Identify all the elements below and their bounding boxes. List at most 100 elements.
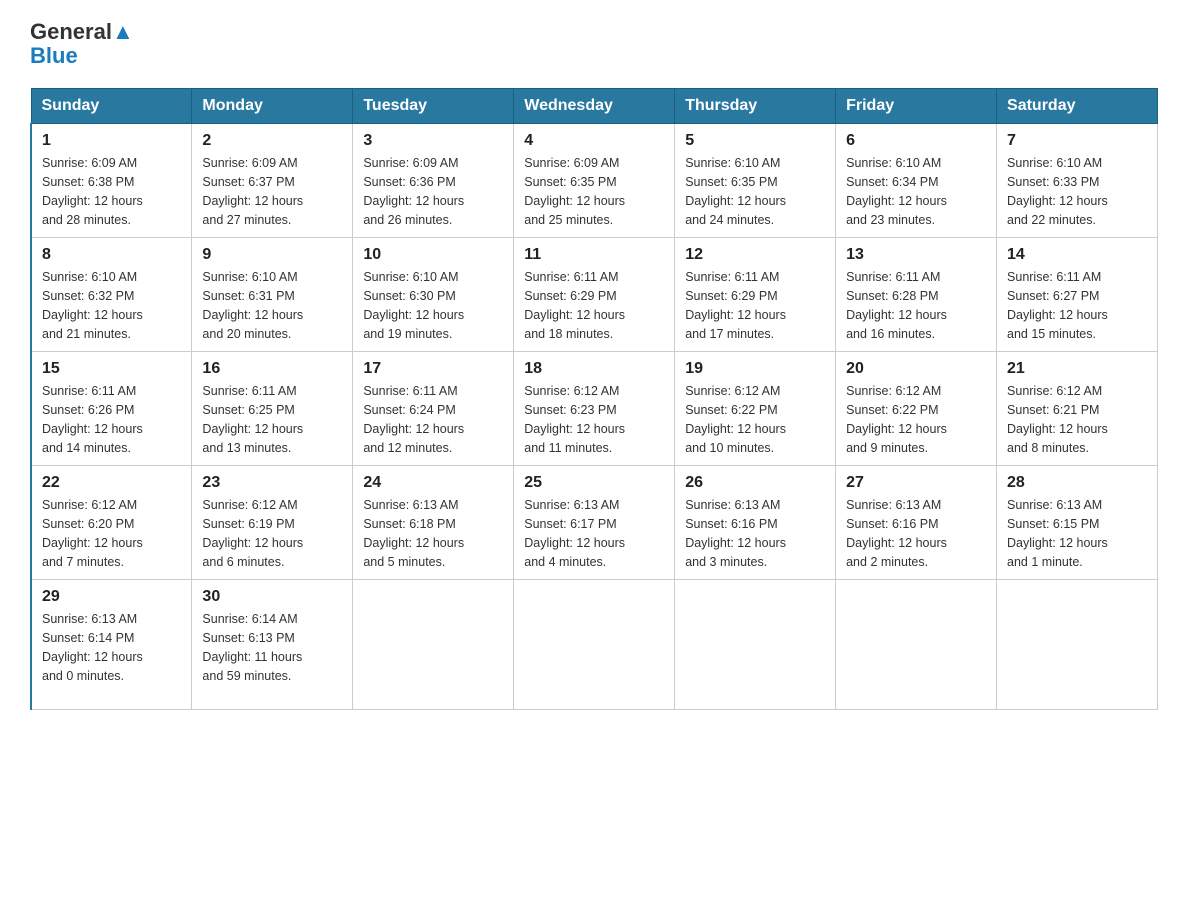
day-number: 19 xyxy=(685,360,825,378)
day-number: 11 xyxy=(524,246,664,264)
table-row xyxy=(353,580,514,710)
day-number: 1 xyxy=(42,132,181,150)
week-row-2: 8 Sunrise: 6:10 AMSunset: 6:32 PMDayligh… xyxy=(31,238,1158,352)
col-tuesday: Tuesday xyxy=(353,89,514,124)
day-info: Sunrise: 6:10 AMSunset: 6:33 PMDaylight:… xyxy=(1007,154,1147,229)
day-info: Sunrise: 6:09 AMSunset: 6:36 PMDaylight:… xyxy=(363,154,503,229)
day-number: 29 xyxy=(42,588,181,606)
day-number: 15 xyxy=(42,360,181,378)
col-saturday: Saturday xyxy=(997,89,1158,124)
day-number: 4 xyxy=(524,132,664,150)
col-monday: Monday xyxy=(192,89,353,124)
table-row: 27 Sunrise: 6:13 AMSunset: 6:16 PMDaylig… xyxy=(836,466,997,580)
day-number: 8 xyxy=(42,246,181,264)
day-number: 21 xyxy=(1007,360,1147,378)
day-info: Sunrise: 6:12 AMSunset: 6:21 PMDaylight:… xyxy=(1007,382,1147,457)
table-row: 23 Sunrise: 6:12 AMSunset: 6:19 PMDaylig… xyxy=(192,466,353,580)
day-number: 14 xyxy=(1007,246,1147,264)
logo-text: General▲Blue xyxy=(30,20,134,68)
day-number: 13 xyxy=(846,246,986,264)
table-row xyxy=(836,580,997,710)
day-info: Sunrise: 6:11 AMSunset: 6:27 PMDaylight:… xyxy=(1007,268,1147,343)
table-row: 25 Sunrise: 6:13 AMSunset: 6:17 PMDaylig… xyxy=(514,466,675,580)
day-number: 9 xyxy=(202,246,342,264)
table-row: 18 Sunrise: 6:12 AMSunset: 6:23 PMDaylig… xyxy=(514,352,675,466)
day-info: Sunrise: 6:10 AMSunset: 6:35 PMDaylight:… xyxy=(685,154,825,229)
day-info: Sunrise: 6:11 AMSunset: 6:25 PMDaylight:… xyxy=(202,382,342,457)
table-row: 29 Sunrise: 6:13 AMSunset: 6:14 PMDaylig… xyxy=(31,580,192,710)
day-number: 27 xyxy=(846,474,986,492)
table-row: 1 Sunrise: 6:09 AMSunset: 6:38 PMDayligh… xyxy=(31,124,192,238)
week-row-4: 22 Sunrise: 6:12 AMSunset: 6:20 PMDaylig… xyxy=(31,466,1158,580)
table-row: 11 Sunrise: 6:11 AMSunset: 6:29 PMDaylig… xyxy=(514,238,675,352)
day-info: Sunrise: 6:11 AMSunset: 6:26 PMDaylight:… xyxy=(42,382,181,457)
day-info: Sunrise: 6:09 AMSunset: 6:35 PMDaylight:… xyxy=(524,154,664,229)
week-row-1: 1 Sunrise: 6:09 AMSunset: 6:38 PMDayligh… xyxy=(31,124,1158,238)
table-row: 22 Sunrise: 6:12 AMSunset: 6:20 PMDaylig… xyxy=(31,466,192,580)
table-row: 3 Sunrise: 6:09 AMSunset: 6:36 PMDayligh… xyxy=(353,124,514,238)
day-info: Sunrise: 6:12 AMSunset: 6:22 PMDaylight:… xyxy=(685,382,825,457)
day-number: 12 xyxy=(685,246,825,264)
table-row: 10 Sunrise: 6:10 AMSunset: 6:30 PMDaylig… xyxy=(353,238,514,352)
week-row-3: 15 Sunrise: 6:11 AMSunset: 6:26 PMDaylig… xyxy=(31,352,1158,466)
table-row: 12 Sunrise: 6:11 AMSunset: 6:29 PMDaylig… xyxy=(675,238,836,352)
day-info: Sunrise: 6:10 AMSunset: 6:31 PMDaylight:… xyxy=(202,268,342,343)
table-row xyxy=(514,580,675,710)
week-row-5: 29 Sunrise: 6:13 AMSunset: 6:14 PMDaylig… xyxy=(31,580,1158,710)
table-row: 14 Sunrise: 6:11 AMSunset: 6:27 PMDaylig… xyxy=(997,238,1158,352)
table-row: 20 Sunrise: 6:12 AMSunset: 6:22 PMDaylig… xyxy=(836,352,997,466)
day-info: Sunrise: 6:10 AMSunset: 6:32 PMDaylight:… xyxy=(42,268,181,343)
table-row: 5 Sunrise: 6:10 AMSunset: 6:35 PMDayligh… xyxy=(675,124,836,238)
day-info: Sunrise: 6:09 AMSunset: 6:38 PMDaylight:… xyxy=(42,154,181,229)
col-thursday: Thursday xyxy=(675,89,836,124)
table-row: 16 Sunrise: 6:11 AMSunset: 6:25 PMDaylig… xyxy=(192,352,353,466)
day-info: Sunrise: 6:12 AMSunset: 6:19 PMDaylight:… xyxy=(202,496,342,571)
day-info: Sunrise: 6:11 AMSunset: 6:29 PMDaylight:… xyxy=(524,268,664,343)
day-number: 2 xyxy=(202,132,342,150)
day-info: Sunrise: 6:12 AMSunset: 6:22 PMDaylight:… xyxy=(846,382,986,457)
table-row: 24 Sunrise: 6:13 AMSunset: 6:18 PMDaylig… xyxy=(353,466,514,580)
page-header: General▲Blue xyxy=(30,20,1158,68)
day-info: Sunrise: 6:12 AMSunset: 6:20 PMDaylight:… xyxy=(42,496,181,571)
day-number: 7 xyxy=(1007,132,1147,150)
table-row xyxy=(675,580,836,710)
table-row: 6 Sunrise: 6:10 AMSunset: 6:34 PMDayligh… xyxy=(836,124,997,238)
table-row: 9 Sunrise: 6:10 AMSunset: 6:31 PMDayligh… xyxy=(192,238,353,352)
table-row: 30 Sunrise: 6:14 AMSunset: 6:13 PMDaylig… xyxy=(192,580,353,710)
table-row: 15 Sunrise: 6:11 AMSunset: 6:26 PMDaylig… xyxy=(31,352,192,466)
day-info: Sunrise: 6:13 AMSunset: 6:17 PMDaylight:… xyxy=(524,496,664,571)
day-info: Sunrise: 6:13 AMSunset: 6:16 PMDaylight:… xyxy=(685,496,825,571)
day-info: Sunrise: 6:10 AMSunset: 6:34 PMDaylight:… xyxy=(846,154,986,229)
table-row: 13 Sunrise: 6:11 AMSunset: 6:28 PMDaylig… xyxy=(836,238,997,352)
col-wednesday: Wednesday xyxy=(514,89,675,124)
day-number: 6 xyxy=(846,132,986,150)
day-info: Sunrise: 6:12 AMSunset: 6:23 PMDaylight:… xyxy=(524,382,664,457)
day-info: Sunrise: 6:11 AMSunset: 6:24 PMDaylight:… xyxy=(363,382,503,457)
day-number: 18 xyxy=(524,360,664,378)
header-row: Sunday Monday Tuesday Wednesday Thursday… xyxy=(31,89,1158,124)
table-row: 26 Sunrise: 6:13 AMSunset: 6:16 PMDaylig… xyxy=(675,466,836,580)
day-number: 3 xyxy=(363,132,503,150)
day-info: Sunrise: 6:14 AMSunset: 6:13 PMDaylight:… xyxy=(202,610,342,685)
table-row: 17 Sunrise: 6:11 AMSunset: 6:24 PMDaylig… xyxy=(353,352,514,466)
logo-blue-text: ▲ xyxy=(112,19,134,44)
day-number: 17 xyxy=(363,360,503,378)
day-number: 10 xyxy=(363,246,503,264)
day-number: 16 xyxy=(202,360,342,378)
day-info: Sunrise: 6:11 AMSunset: 6:29 PMDaylight:… xyxy=(685,268,825,343)
day-number: 22 xyxy=(42,474,181,492)
day-info: Sunrise: 6:13 AMSunset: 6:15 PMDaylight:… xyxy=(1007,496,1147,571)
day-info: Sunrise: 6:13 AMSunset: 6:14 PMDaylight:… xyxy=(42,610,181,685)
table-row: 8 Sunrise: 6:10 AMSunset: 6:32 PMDayligh… xyxy=(31,238,192,352)
table-row: 7 Sunrise: 6:10 AMSunset: 6:33 PMDayligh… xyxy=(997,124,1158,238)
day-number: 26 xyxy=(685,474,825,492)
table-row: 2 Sunrise: 6:09 AMSunset: 6:37 PMDayligh… xyxy=(192,124,353,238)
day-info: Sunrise: 6:10 AMSunset: 6:30 PMDaylight:… xyxy=(363,268,503,343)
logo-blue-word: Blue xyxy=(30,43,78,68)
day-number: 30 xyxy=(202,588,342,606)
table-row: 19 Sunrise: 6:12 AMSunset: 6:22 PMDaylig… xyxy=(675,352,836,466)
day-number: 20 xyxy=(846,360,986,378)
table-row: 21 Sunrise: 6:12 AMSunset: 6:21 PMDaylig… xyxy=(997,352,1158,466)
table-row: 28 Sunrise: 6:13 AMSunset: 6:15 PMDaylig… xyxy=(997,466,1158,580)
col-sunday: Sunday xyxy=(31,89,192,124)
